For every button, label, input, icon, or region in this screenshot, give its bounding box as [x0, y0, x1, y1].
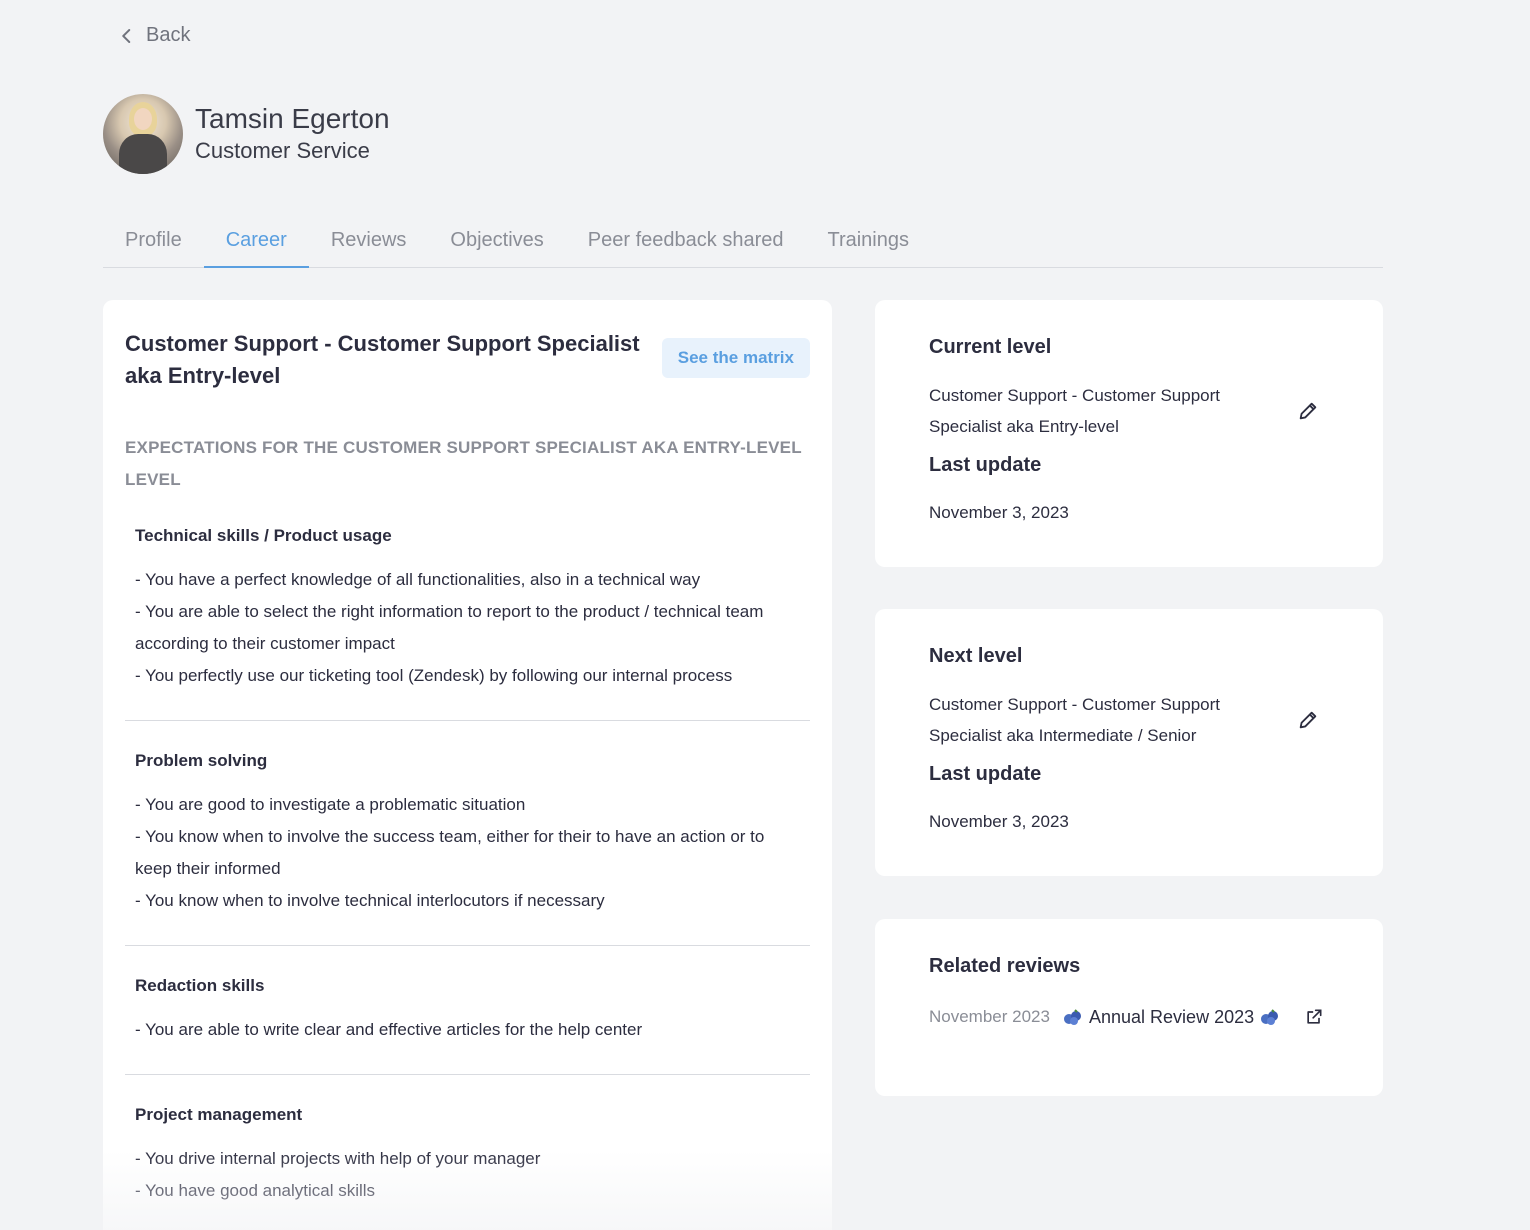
employee-name: Tamsin Egerton [195, 103, 390, 134]
section-line: - You know when to involve the success t… [135, 827, 765, 878]
back-label: Back [146, 24, 191, 46]
tab-trainings[interactable]: Trainings [805, 214, 931, 268]
see-matrix-button[interactable]: See the matrix [661, 338, 810, 378]
tab-bar: Profile Career Reviews Objectives Peer f… [103, 214, 1383, 268]
section-line: - You have good analytical skills [135, 1181, 376, 1200]
current-level-value: Customer Support - Customer Support Spec… [929, 386, 1221, 436]
related-reviews-title: Related reviews [929, 955, 1081, 977]
section-line: - You know when to involve technical int… [135, 891, 605, 910]
avatar [103, 94, 183, 174]
review-name: Annual Review 2023 [1089, 1006, 1255, 1027]
skill-section: Technical skills / Product usage - You h… [125, 496, 810, 721]
section-line: - You have a perfect knowledge of all fu… [135, 570, 701, 589]
section-line: - You drive internal projects with help … [135, 1149, 541, 1168]
section-title: Problem solving [135, 751, 268, 770]
section-line: - You are able to write clear and effect… [135, 1020, 643, 1039]
pencil-icon[interactable] [1297, 400, 1319, 422]
section-title: Redaction skills [135, 976, 265, 995]
tab-career[interactable]: Career [203, 214, 309, 268]
tab-peer-feedback-shared[interactable]: Peer feedback shared [566, 214, 806, 268]
current-level-card: Current level Customer Support - Custome… [875, 300, 1383, 567]
employee-header: Tamsin Egerton Customer Service [103, 94, 390, 174]
skill-section: Project management - You drive internal … [125, 1075, 810, 1230]
next-level-last-update-date: November 3, 2023 [929, 812, 1069, 831]
section-line: - You perfectly use our ticketing tool (… [135, 666, 733, 685]
employee-department: Customer Service [195, 138, 370, 163]
career-expectations-card: Customer Support - Customer Support Spec… [103, 300, 832, 1230]
pencil-icon[interactable] [1297, 709, 1319, 731]
tab-profile[interactable]: Profile [103, 214, 204, 268]
current-level-title: Current level [929, 336, 1052, 358]
skill-section: Redaction skills - You are able to write… [125, 946, 810, 1075]
review-row: November 2023 Annual Review 2023 [929, 1001, 1329, 1033]
next-level-title: Next level [929, 645, 1023, 667]
section-title: Technical skills / Product usage [135, 526, 392, 545]
section-line: - You are good to investigate a problema… [135, 795, 526, 814]
tab-objectives[interactable]: Objectives [428, 214, 565, 268]
current-level-last-update-date: November 3, 2023 [929, 503, 1069, 522]
career-title: Customer Support - Customer Support Spec… [125, 331, 640, 388]
skill-section: Problem solving - You are good to invest… [125, 721, 810, 946]
section-title: Project management [135, 1105, 303, 1124]
next-level-card: Next level Customer Support - Customer S… [875, 609, 1383, 876]
back-link[interactable]: Back [118, 24, 190, 47]
expectations-heading: EXPECTATIONS FOR THE CUSTOMER SUPPORT SP… [125, 438, 802, 489]
tab-reviews[interactable]: Reviews [309, 214, 429, 268]
next-level-last-update-label: Last update [929, 763, 1042, 785]
blueberries-icon [1064, 1009, 1081, 1025]
blueberries-icon [1261, 1009, 1279, 1025]
review-date: November 2023 [929, 1007, 1050, 1026]
chevron-left-icon [122, 28, 131, 43]
current-level-last-update-label: Last update [929, 454, 1042, 476]
next-level-value: Customer Support - Customer Support Spec… [929, 695, 1221, 745]
review-link[interactable]: Annual Review 2023 [1063, 1007, 1280, 1028]
external-link-icon[interactable] [1304, 1007, 1324, 1027]
section-line: - You are able to select the right infor… [135, 602, 764, 653]
related-reviews-card: Related reviews November 2023 Annual Rev… [875, 919, 1383, 1096]
